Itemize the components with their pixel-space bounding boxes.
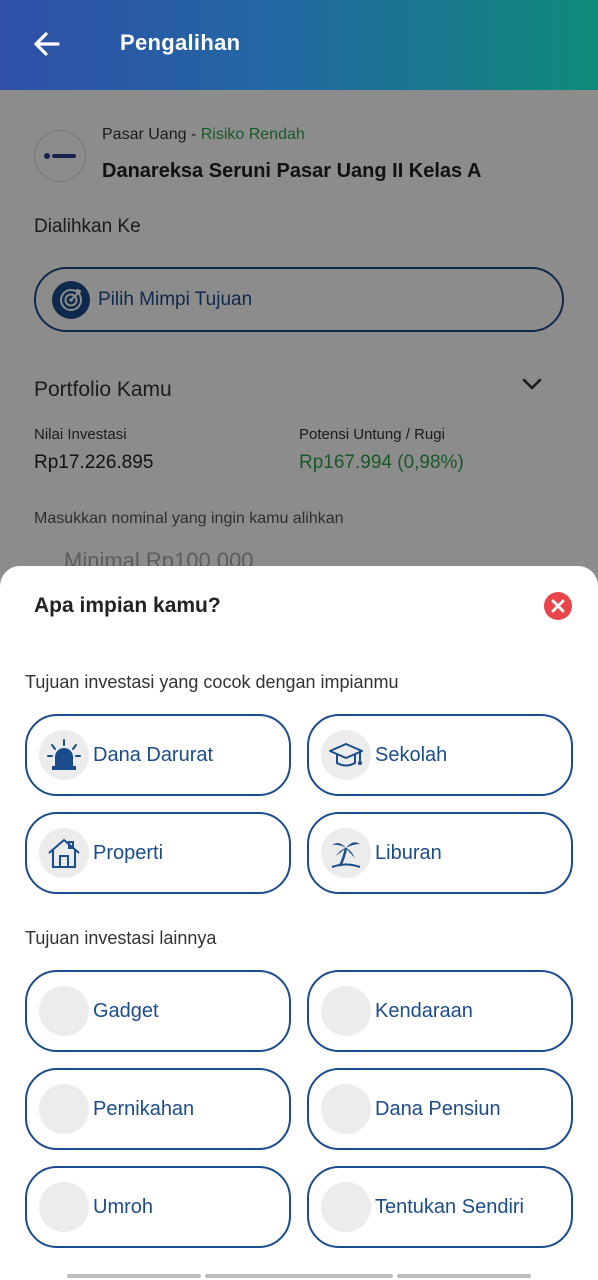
palm-tree-icon xyxy=(321,828,371,878)
goal-label: Properti xyxy=(93,841,164,864)
goal-icon-placeholder xyxy=(39,1182,89,1232)
nav-indicator xyxy=(67,1274,201,1278)
goal-properti[interactable]: Properti xyxy=(25,812,291,894)
page-title: Pengalihan xyxy=(120,30,241,55)
goal-label: Gadget xyxy=(93,999,159,1022)
close-button[interactable] xyxy=(544,592,572,620)
goal-label: Dana Pensiun xyxy=(375,1097,501,1120)
graduation-cap-icon xyxy=(321,730,371,780)
recommended-goals-heading: Tujuan investasi yang cocok dengan impia… xyxy=(25,672,399,692)
goal-sekolah[interactable]: Sekolah xyxy=(307,714,573,796)
goal-icon-placeholder xyxy=(39,986,89,1036)
goal-dana-pensiun[interactable]: Dana Pensiun xyxy=(307,1068,573,1150)
sheet-title: Apa impian kamu? xyxy=(34,594,221,617)
goal-label: Pernikahan xyxy=(93,1097,195,1120)
goal-icon-placeholder xyxy=(321,986,371,1036)
goal-icon-placeholder xyxy=(321,1182,371,1232)
goal-icon-placeholder xyxy=(321,1084,371,1134)
goal-gadget[interactable]: Gadget xyxy=(25,970,291,1052)
close-icon xyxy=(551,599,565,613)
goal-label: Sekolah xyxy=(375,743,448,766)
goal-label: Liburan xyxy=(375,841,442,864)
goal-pernikahan[interactable]: Pernikahan xyxy=(25,1068,291,1150)
goal-tentukan-sendiri[interactable]: Tentukan Sendiri xyxy=(307,1166,573,1248)
other-goals-heading: Tujuan investasi lainnya xyxy=(25,928,217,948)
back-button[interactable] xyxy=(30,27,64,61)
goal-picker-sheet: Apa impian kamu? Tujuan investasi yang c… xyxy=(0,566,598,1280)
goal-label: Dana Darurat xyxy=(93,743,214,766)
goal-liburan[interactable]: Liburan xyxy=(307,812,573,894)
nav-indicator xyxy=(397,1274,531,1278)
siren-icon xyxy=(39,730,89,780)
goal-label: Tentukan Sendiri xyxy=(375,1195,524,1218)
app-header: Pengalihan xyxy=(0,0,598,90)
arrow-left-icon xyxy=(34,32,60,56)
goal-label: Kendaraan xyxy=(375,999,473,1022)
goal-kendaraan[interactable]: Kendaraan xyxy=(307,970,573,1052)
goal-icon-placeholder xyxy=(39,1084,89,1134)
goal-dana-darurat[interactable]: Dana Darurat xyxy=(25,714,291,796)
nav-indicator xyxy=(205,1274,393,1278)
goal-umroh[interactable]: Umroh xyxy=(25,1166,291,1248)
goal-label: Umroh xyxy=(93,1195,154,1218)
house-icon xyxy=(39,828,89,878)
